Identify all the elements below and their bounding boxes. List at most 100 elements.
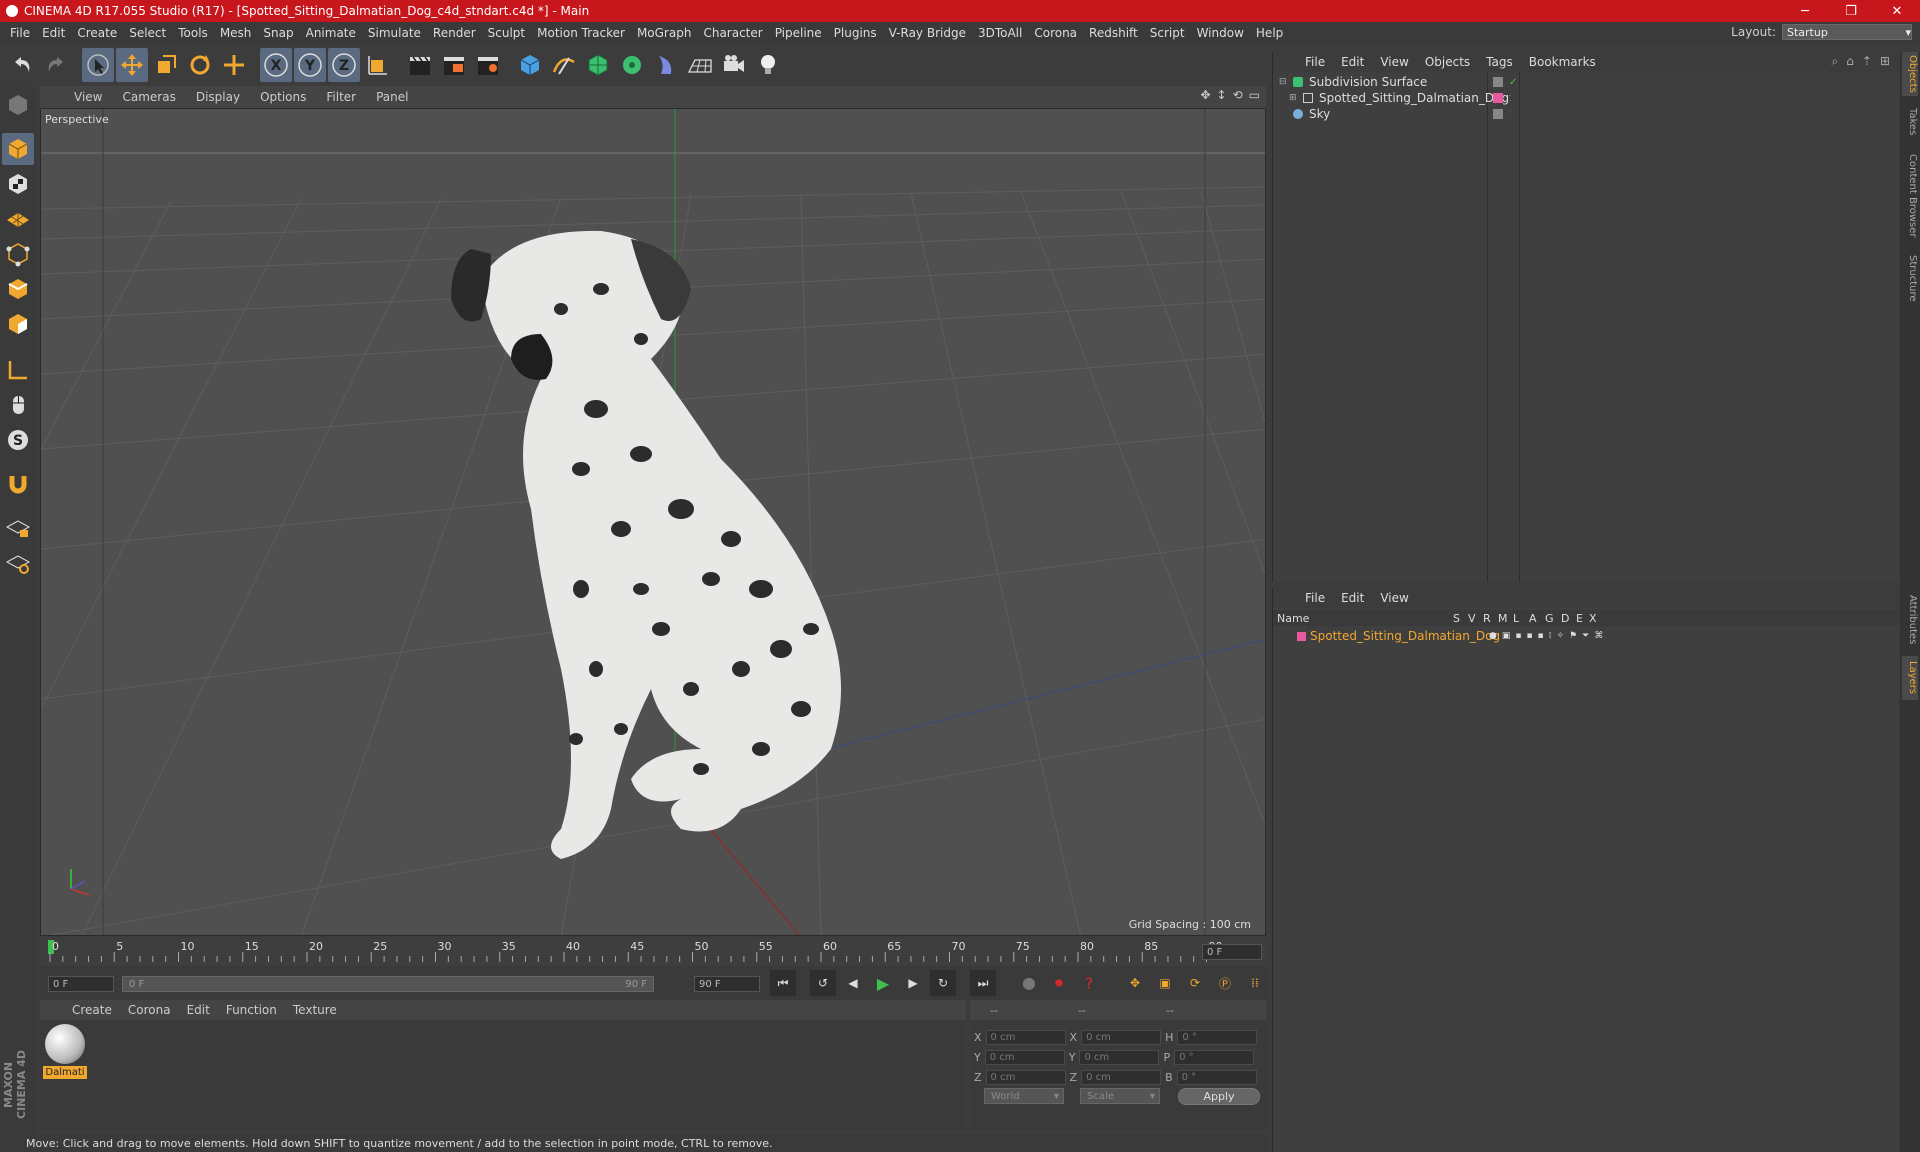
step-backward-button[interactable]: ◀ bbox=[840, 970, 866, 996]
rotate-tool-button[interactable] bbox=[184, 48, 216, 82]
material-swatch[interactable]: Dalmati bbox=[43, 1024, 87, 1080]
object-menu-file[interactable]: File bbox=[1297, 55, 1333, 69]
menu-motion-tracker[interactable]: Motion Tracker bbox=[531, 26, 631, 40]
menu-pipeline[interactable]: Pipeline bbox=[769, 26, 828, 40]
scale-tool-button[interactable] bbox=[150, 48, 182, 82]
deformer-button[interactable] bbox=[650, 48, 682, 82]
object-menu-edit[interactable]: Edit bbox=[1333, 55, 1372, 69]
size-mode-dropdown[interactable]: Scale ▾ bbox=[1080, 1088, 1160, 1104]
menu-window[interactable]: Window bbox=[1191, 26, 1250, 40]
menu-3dtoall[interactable]: 3DToAll bbox=[972, 26, 1028, 40]
coordinate-space-dropdown[interactable]: World ▾ bbox=[984, 1088, 1064, 1104]
undo-button[interactable] bbox=[6, 48, 38, 82]
menu-corona[interactable]: Corona bbox=[1028, 26, 1083, 40]
tab-objects[interactable]: Objects bbox=[1902, 52, 1918, 96]
step-forward-button[interactable]: ▶ bbox=[900, 970, 926, 996]
layer-menu-edit[interactable]: Edit bbox=[1333, 591, 1372, 605]
layer-column-s[interactable]: S bbox=[1453, 612, 1460, 625]
y-axis-button[interactable]: Y bbox=[294, 48, 326, 82]
max-time-field[interactable]: 90 F bbox=[694, 976, 760, 992]
pos-y-field[interactable]: 0 cm bbox=[984, 1050, 1065, 1065]
min-time-field[interactable]: 0 F bbox=[48, 976, 114, 992]
menu-script[interactable]: Script bbox=[1144, 26, 1191, 40]
object-menu-view[interactable]: View bbox=[1372, 55, 1416, 69]
menu-character[interactable]: Character bbox=[697, 26, 768, 40]
render-settings-button[interactable] bbox=[472, 48, 504, 82]
menu-mesh[interactable]: Mesh bbox=[214, 26, 258, 40]
layer-column-x[interactable]: X bbox=[1589, 612, 1597, 625]
key-scale-button[interactable]: ▣ bbox=[1152, 970, 1178, 996]
snapping-button[interactable]: S bbox=[2, 424, 34, 456]
goto-start-button[interactable]: ⏮ bbox=[770, 970, 796, 996]
tab-content-browser[interactable]: Content Browser bbox=[1902, 148, 1918, 244]
array-mograph-button[interactable] bbox=[616, 48, 648, 82]
goto-end-button[interactable]: ⏭ bbox=[970, 970, 996, 996]
tweak-mode-button[interactable] bbox=[2, 389, 34, 421]
redo-button[interactable] bbox=[40, 48, 72, 82]
layer-flag-icons[interactable]: ●▣▪▪▪⁞✧⚑⏷⌘ bbox=[1489, 631, 1608, 641]
menu-render[interactable]: Render bbox=[427, 26, 482, 40]
menu-select[interactable]: Select bbox=[123, 26, 172, 40]
material-menu-edit[interactable]: Edit bbox=[179, 1003, 218, 1017]
minimize-button[interactable]: ─ bbox=[1782, 0, 1828, 22]
menu-animate[interactable]: Animate bbox=[300, 26, 362, 40]
material-menu-create[interactable]: Create bbox=[64, 1003, 120, 1017]
toggle-layout-icon[interactable]: ▭ bbox=[1249, 88, 1260, 102]
play-button[interactable]: ▶ bbox=[870, 970, 896, 996]
menu-help[interactable]: Help bbox=[1250, 26, 1289, 40]
collapse-icon[interactable]: ⊟ bbox=[1279, 77, 1289, 87]
enable-axis-button[interactable] bbox=[2, 354, 34, 386]
subdivision-surface-button[interactable] bbox=[582, 48, 614, 82]
points-mode-button[interactable] bbox=[2, 238, 34, 270]
tab-structure[interactable]: Structure bbox=[1902, 250, 1918, 306]
layer-column-m[interactable]: M bbox=[1498, 612, 1508, 625]
menu-v-ray-bridge[interactable]: V-Ray Bridge bbox=[883, 26, 972, 40]
viewport-menu-panel[interactable]: Panel bbox=[366, 90, 418, 104]
size-y-field[interactable]: 0 cm bbox=[1079, 1050, 1160, 1065]
layer-row[interactable]: Spotted_Sitting_Dalmatian_Dog ●▣▪▪▪⁞✧⚑⏷⌘ bbox=[1273, 626, 1899, 646]
magnet-button[interactable] bbox=[2, 468, 34, 500]
live-selection-button[interactable] bbox=[82, 48, 114, 82]
layer-column-e[interactable]: E bbox=[1576, 612, 1583, 625]
close-button[interactable]: ✕ bbox=[1874, 0, 1920, 22]
menu-file[interactable]: File bbox=[4, 26, 36, 40]
layer-column-a[interactable]: A bbox=[1529, 612, 1537, 625]
expand-icon[interactable]: ⊞ bbox=[1289, 93, 1299, 103]
record-keys-button[interactable]: ⬤ bbox=[1016, 970, 1042, 996]
viewport-menu-display[interactable]: Display bbox=[186, 90, 250, 104]
render-view-button[interactable] bbox=[404, 48, 436, 82]
spline-pen-button[interactable] bbox=[548, 48, 580, 82]
maximize-button[interactable]: ❐ bbox=[1828, 0, 1874, 22]
current-frame-field[interactable]: 0 F bbox=[1202, 944, 1262, 960]
menu-mograph[interactable]: MoGraph bbox=[631, 26, 698, 40]
floor-button[interactable] bbox=[684, 48, 716, 82]
tab-takes[interactable]: Takes bbox=[1902, 102, 1918, 142]
z-axis-button[interactable]: Z bbox=[328, 48, 360, 82]
goto-next-key-button[interactable]: ↻ bbox=[930, 970, 956, 996]
home-icon[interactable]: ⌂ bbox=[1846, 54, 1854, 69]
polygons-mode-button[interactable] bbox=[2, 308, 34, 340]
rot-h-field[interactable]: 0 ° bbox=[1177, 1030, 1258, 1045]
pan-view-icon[interactable]: ✥ bbox=[1200, 88, 1210, 102]
tab-layers[interactable]: Layers bbox=[1902, 656, 1918, 700]
make-editable-button[interactable] bbox=[2, 89, 34, 121]
up-arrow-icon[interactable]: ⇡ bbox=[1862, 54, 1872, 69]
cube-object-button[interactable] bbox=[514, 48, 546, 82]
model-mode-button[interactable] bbox=[2, 133, 34, 165]
time-range-slider[interactable]: 0 F 90 F bbox=[122, 976, 654, 992]
apply-button[interactable]: Apply bbox=[1178, 1088, 1260, 1105]
edges-mode-button[interactable] bbox=[2, 273, 34, 305]
enabled-check-icon[interactable]: ✓ bbox=[1509, 77, 1517, 88]
workplane-align-button[interactable] bbox=[2, 547, 34, 579]
transform-tool-button[interactable] bbox=[218, 48, 250, 82]
x-axis-button[interactable]: X bbox=[260, 48, 292, 82]
rotate-view-icon[interactable]: ⟲ bbox=[1233, 88, 1243, 102]
rot-b-field[interactable]: 0 ° bbox=[1176, 1070, 1257, 1085]
menu-snap[interactable]: Snap bbox=[257, 26, 299, 40]
menu-tools[interactable]: Tools bbox=[172, 26, 214, 40]
material-menu-corona[interactable]: Corona bbox=[120, 1003, 179, 1017]
light-button[interactable] bbox=[752, 48, 784, 82]
key-position-button[interactable]: ✥ bbox=[1122, 970, 1148, 996]
key-parameter-button[interactable]: Ⓟ bbox=[1212, 970, 1238, 996]
menu-plugins[interactable]: Plugins bbox=[828, 26, 883, 40]
